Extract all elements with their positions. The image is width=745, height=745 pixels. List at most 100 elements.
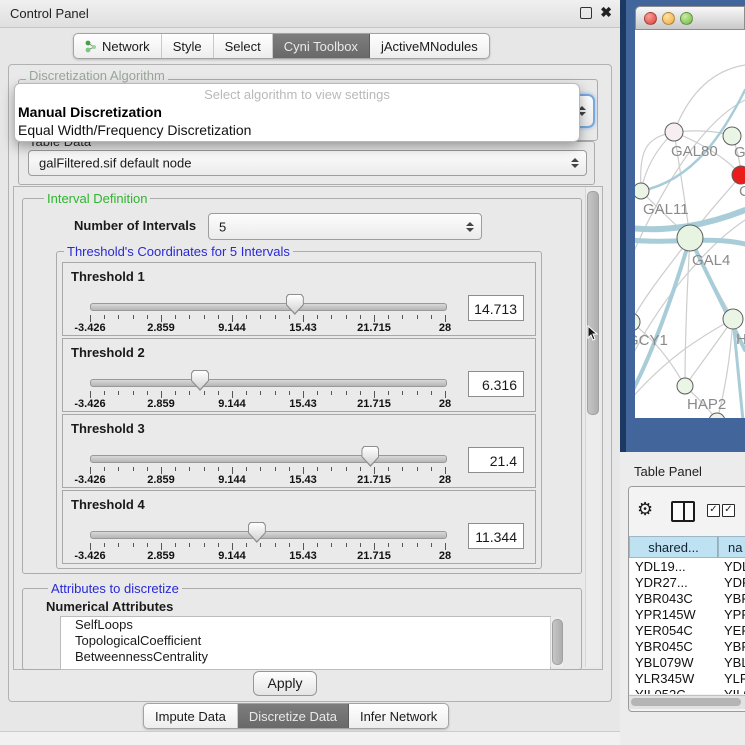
- threshold-panel-4: Threshold 4-3.4262.8599.14415.4321.71528…: [62, 490, 536, 564]
- tick-label: 28: [439, 474, 451, 486]
- scrollbar-thumb[interactable]: [587, 191, 599, 415]
- tab-discretize-data[interactable]: Discretize Data: [238, 704, 349, 728]
- columns-icon[interactable]: [671, 501, 695, 522]
- cell-shared-name: YPR145W: [630, 607, 719, 622]
- table-row[interactable]: YBR045CYBR0: [630, 638, 745, 654]
- attribute-item-betweennesscentrality[interactable]: BetweennessCentrality: [61, 649, 550, 665]
- tab-label: Discretize Data: [249, 709, 337, 724]
- slider-track[interactable]: [90, 303, 447, 311]
- checkbox-icon[interactable]: ✓: [722, 504, 735, 517]
- slider-track[interactable]: [90, 531, 447, 539]
- apply-button[interactable]: Apply: [253, 671, 317, 696]
- tick-label: 28: [439, 322, 451, 334]
- table-panel-box: ⚙ ✓ ✓ shared... na YDL19...YDL1YDR27...Y…: [628, 486, 745, 712]
- cell-name: YPR1: [719, 607, 745, 622]
- slider-handle[interactable]: [361, 446, 379, 467]
- table-row[interactable]: YIL052CYIL0: [630, 686, 745, 694]
- numerical-attributes-list[interactable]: SelfLoopsTopologicalCoefficientBetweenne…: [60, 616, 551, 670]
- dropdown-option-equal-width[interactable]: Equal Width/Frequency Discretization: [18, 122, 251, 138]
- mac-close-icon[interactable]: [644, 12, 657, 25]
- cell-shared-name: YBR045C: [630, 639, 719, 654]
- network-node-h[interactable]: [723, 309, 743, 329]
- close-icon[interactable]: ✖: [600, 4, 612, 21]
- tab-label: Impute Data: [155, 709, 226, 724]
- threshold-value-field[interactable]: 21.4: [468, 447, 524, 473]
- checkbox-icon[interactable]: ✓: [707, 504, 720, 517]
- tick-label: 2.859: [147, 474, 175, 486]
- network-node-c[interactable]: [732, 166, 745, 184]
- tick-label: 21.715: [357, 322, 391, 334]
- attribute-item-topologicalcoefficient[interactable]: TopologicalCoefficient: [61, 633, 550, 649]
- threshold-panel-1: Threshold 1-3.4262.8599.14415.4321.71528…: [62, 262, 536, 336]
- network-node-ga[interactable]: [723, 127, 741, 145]
- tab-jactivemnodules[interactable]: jActiveMNodules: [370, 34, 489, 58]
- slider-tick-labels: -3.4262.8599.14415.4321.71528: [90, 322, 446, 334]
- cell-name: YIL0: [719, 687, 745, 695]
- table-row[interactable]: YLR345WYLR3: [630, 670, 745, 686]
- threshold-coords-title: Threshold's Coordinates for 5 Intervals: [64, 244, 293, 259]
- mac-zoom-icon[interactable]: [680, 12, 693, 25]
- interval-definition-title: Interval Definition: [44, 191, 150, 206]
- tick-label: 15.43: [289, 474, 317, 486]
- attribute-item-selfloops[interactable]: SelfLoops: [61, 617, 550, 633]
- table-row[interactable]: YDR27...YDR2: [630, 574, 745, 590]
- dropdown-option-manual[interactable]: Manual Discretization: [18, 104, 162, 120]
- network-node-gal4[interactable]: [677, 225, 703, 251]
- tab-impute-data[interactable]: Impute Data: [144, 704, 238, 728]
- column-header-shared[interactable]: shared...: [629, 536, 718, 558]
- tab-label: Network: [102, 39, 150, 54]
- threshold-panel-3: Threshold 3-3.4262.8599.14415.4321.71528…: [62, 414, 536, 488]
- dropdown-hint: Select algorithm to view settings: [15, 87, 579, 102]
- tab-label: Select: [225, 39, 261, 54]
- num-intervals-combobox[interactable]: 5: [208, 213, 482, 240]
- node-label: GAL80: [671, 143, 718, 160]
- table-row[interactable]: YBR043CYBR0: [630, 590, 745, 606]
- network-node-hap2[interactable]: [677, 378, 693, 394]
- slider-ruler: [90, 391, 446, 398]
- network-node-gal11[interactable]: [635, 183, 649, 199]
- tab-select[interactable]: Select: [214, 34, 273, 58]
- tick-label: 9.144: [218, 550, 246, 562]
- slider-handle[interactable]: [191, 370, 209, 391]
- tick-label: 2.859: [147, 398, 175, 410]
- tab-infer-network[interactable]: Infer Network: [349, 704, 448, 728]
- slider-track[interactable]: [90, 379, 447, 387]
- network-view[interactable]: GAL80GACGAL11GAL4GCY1HHAP2: [635, 30, 745, 418]
- attributes-list-scrollbar[interactable]: [550, 617, 563, 667]
- float-window-icon[interactable]: [580, 7, 592, 19]
- slider-handle[interactable]: [248, 522, 266, 543]
- attributes-group-title: Attributes to discretize: [48, 581, 182, 596]
- cell-shared-name: YLR345W: [630, 671, 719, 686]
- threshold-value-field[interactable]: 6.316: [468, 371, 524, 397]
- threshold-label: Threshold 3: [71, 421, 145, 436]
- slider-handle[interactable]: [286, 294, 304, 315]
- column-header-name[interactable]: na: [718, 536, 745, 558]
- table-row[interactable]: YPR145WYPR1: [630, 606, 745, 622]
- scrollbar-thumb[interactable]: [552, 619, 563, 665]
- table-row[interactable]: YER054CYER0: [630, 622, 745, 638]
- table-row[interactable]: YBL079WYBL0: [630, 654, 745, 670]
- table-data-combobox[interactable]: galFiltered.sif default node: [28, 150, 587, 176]
- network-window-titlebar[interactable]: [635, 6, 745, 30]
- threshold-value-field[interactable]: 11.344: [468, 523, 524, 549]
- tick-label: -3.426: [74, 550, 105, 562]
- table-row[interactable]: YDL19...YDL1: [630, 558, 745, 574]
- network-node-gal80[interactable]: [665, 123, 683, 141]
- main-vertical-scrollbar[interactable]: [585, 187, 600, 667]
- tab-network[interactable]: Network: [74, 34, 162, 58]
- gear-icon[interactable]: ⚙: [637, 499, 653, 520]
- cell-name: YDR2: [719, 575, 745, 590]
- scrollbar-thumb[interactable]: [631, 698, 741, 706]
- tab-style[interactable]: Style: [162, 34, 214, 58]
- slider-track[interactable]: [90, 455, 447, 463]
- algorithm-group-title: Discretization Algorithm: [26, 68, 168, 83]
- cell-name: YDL1: [719, 559, 745, 574]
- table-horizontal-scrollbar[interactable]: [629, 695, 745, 709]
- bottom-tab-bar: Impute Data Discretize Data Infer Network: [143, 703, 449, 729]
- tick-label: 28: [439, 398, 451, 410]
- tick-label: 28: [439, 550, 451, 562]
- threshold-value-field[interactable]: 14.713: [468, 295, 524, 321]
- mac-minimize-icon[interactable]: [662, 12, 675, 25]
- tab-cyni-toolbox[interactable]: Cyni Toolbox: [273, 34, 370, 58]
- num-intervals-label: Number of Intervals: [74, 218, 196, 233]
